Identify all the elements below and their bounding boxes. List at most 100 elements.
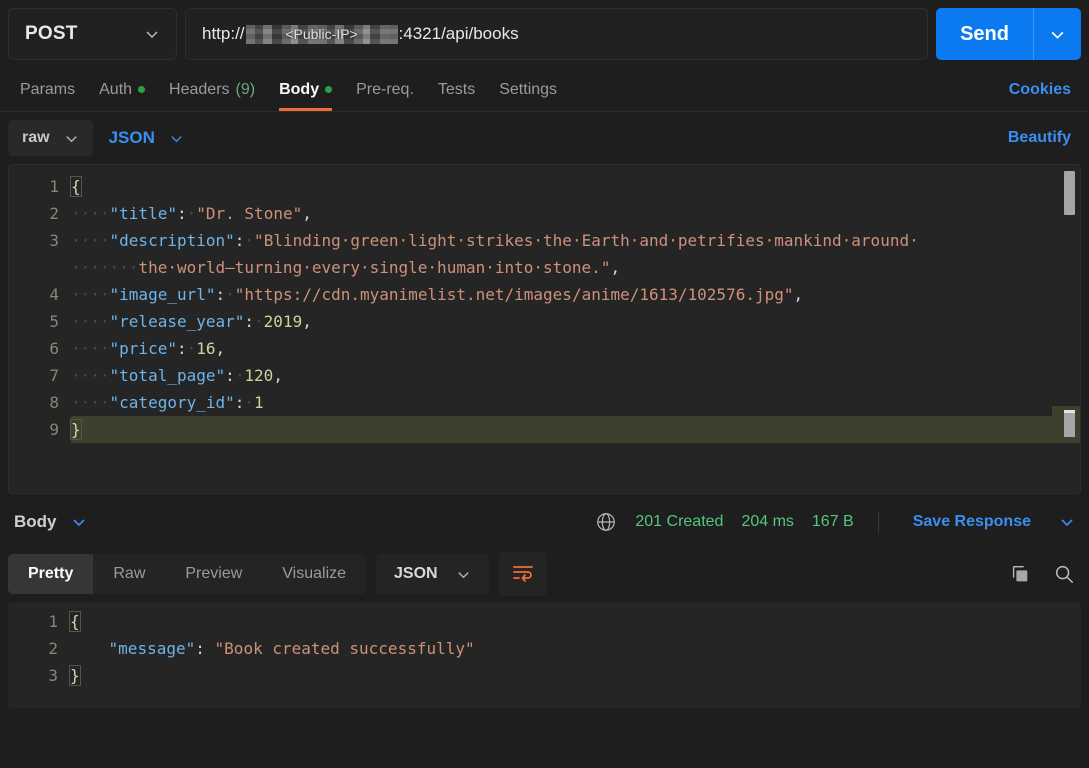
tab-label: Tests: [437, 80, 476, 98]
code-line: {: [69, 611, 81, 632]
response-tab-bar: Pretty Raw Preview Visualize JSON: [0, 546, 1089, 602]
json-key-message: message: [118, 639, 186, 658]
response-body-selector[interactable]: Body: [14, 512, 87, 532]
code-line: "message": "Book created successfully": [108, 639, 475, 658]
line-number-wrap: .: [9, 254, 59, 281]
tab-pretty[interactable]: Pretty: [8, 554, 94, 594]
chevron-down-icon: [1049, 26, 1066, 43]
line-number: 1: [49, 177, 59, 196]
code-line-wrapped: ·······the·world—turning·every·single·hu…: [71, 258, 621, 277]
json-value-description-part2: the·world—turning·every·single·human·int…: [138, 258, 601, 277]
tab-label: Auth: [99, 80, 133, 98]
json-value-title: Dr. Stone: [205, 204, 293, 223]
http-method-selector[interactable]: POST: [8, 8, 177, 60]
tab-params[interactable]: Params: [8, 68, 87, 111]
response-body-label: Body: [14, 512, 57, 531]
line-number: 3: [49, 231, 59, 250]
chevron-down-icon[interactable]: [1059, 514, 1075, 530]
line-number: 3: [48, 666, 58, 685]
response-code-area: 1 2 3 { "message": "Book created success…: [8, 602, 1081, 689]
json-value-release-year: 2019: [263, 312, 303, 331]
chevron-down-icon: [169, 131, 184, 146]
line-number: 2: [49, 204, 59, 223]
request-line-gutter: 1 2 3 . 4 5 6 7 8 9: [9, 173, 71, 443]
tab-settings[interactable]: Settings: [487, 68, 569, 111]
send-options-button[interactable]: [1033, 8, 1081, 60]
search-icon[interactable]: [1047, 557, 1081, 591]
tab-raw[interactable]: Raw: [93, 554, 165, 594]
editor-vertical-scrollbar[interactable]: [1064, 169, 1075, 487]
json-value-message: Book created successfully: [224, 639, 465, 658]
tab-label: Headers: [169, 80, 230, 98]
redacted-ip-label: <Public-IP>: [285, 26, 358, 42]
response-time: 204 ms: [741, 513, 794, 530]
cookies-link[interactable]: Cookies: [999, 81, 1081, 99]
code-line: }: [69, 665, 81, 686]
line-number: 5: [49, 312, 59, 331]
response-body-viewer[interactable]: 1 2 3 { "message": "Book created success…: [8, 602, 1081, 708]
tab-label: Params: [20, 80, 76, 98]
json-value-total-page: 120: [244, 366, 274, 385]
request-tab-bar: Params Auth Headers (9) Body Pre-req. Te…: [0, 68, 1089, 112]
code-line: ····"title":·"Dr. Stone",: [71, 204, 312, 223]
line-number: 1: [48, 612, 58, 631]
tab-label: Settings: [499, 80, 558, 98]
json-value-image-url: https://cdn.myanimelist.net/images/anime…: [244, 285, 784, 304]
line-number: 4: [49, 285, 59, 304]
body-language-selector[interactable]: JSON: [93, 128, 200, 148]
status-dot-icon: [138, 86, 146, 93]
code-line: ····"release_year":·2019,: [71, 312, 312, 331]
send-button-group[interactable]: Send: [936, 8, 1081, 60]
request-body-editor[interactable]: 1 2 3 . 4 5 6 7 8 9 { ····"title":·"Dr. …: [8, 164, 1081, 494]
response-view-segmented-control: Pretty Raw Preview Visualize: [8, 554, 367, 594]
response-code-lines: { "message": "Book created successfully"…: [69, 608, 1081, 689]
beautify-button[interactable]: Beautify: [998, 129, 1081, 147]
tab-label: Pre-req.: [356, 80, 414, 98]
code-line: ····"price":·16,: [71, 339, 226, 358]
json-value-price: 16: [196, 339, 216, 358]
tab-label: Body: [279, 80, 320, 98]
response-meta-group: 201 Created 204 ms 167 B Save Response: [595, 511, 1075, 533]
tab-visualize[interactable]: Visualize: [262, 554, 366, 594]
tab-body[interactable]: Body: [267, 68, 344, 111]
scrollbar-cursor-marker: [1064, 410, 1075, 437]
request-url-input[interactable]: http:// <Public-IP>:4321/api/books: [185, 8, 929, 60]
url-prefix: http://: [202, 24, 245, 43]
code-line: {: [70, 176, 82, 197]
json-value-description-part1: Blinding·green·light·strikes·the·Earth·a…: [263, 231, 919, 250]
word-wrap-toggle[interactable]: [498, 552, 547, 596]
line-number: 6: [49, 339, 59, 358]
code-line-active: }: [70, 416, 1080, 443]
scrollbar-thumb[interactable]: [1064, 171, 1075, 215]
send-button[interactable]: Send: [936, 8, 1033, 60]
response-status-bar: Body 201 Created 204 ms 167 B Save Respo…: [0, 498, 1089, 546]
line-number: 2: [48, 639, 58, 658]
response-size: 167 B: [811, 513, 854, 530]
globe-icon: [595, 511, 617, 533]
word-wrap-icon: [511, 562, 535, 587]
code-line: ····"description":·"Blinding·green·light…: [71, 231, 919, 250]
chevron-down-icon: [456, 567, 471, 582]
response-language-label: JSON: [394, 565, 438, 582]
response-language-selector[interactable]: JSON: [376, 554, 489, 594]
tab-auth[interactable]: Auth: [87, 68, 157, 111]
json-value-category-id: 1: [254, 393, 264, 412]
save-response-button[interactable]: Save Response: [903, 513, 1041, 531]
chevron-down-icon: [64, 131, 79, 146]
body-mode-selector[interactable]: raw: [8, 120, 93, 156]
code-line: ····"image_url":·"https://cdn.myanimelis…: [71, 285, 804, 304]
tab-pre-request[interactable]: Pre-req.: [344, 68, 426, 111]
tab-tests[interactable]: Tests: [426, 68, 487, 111]
tab-headers[interactable]: Headers (9): [157, 68, 267, 111]
body-type-row: raw JSON Beautify: [0, 112, 1089, 164]
line-number: 7: [49, 366, 59, 385]
copy-icon[interactable]: [1003, 557, 1037, 591]
http-method-label: POST: [25, 23, 78, 44]
vertical-divider: [877, 511, 879, 533]
response-line-gutter: 1 2 3: [8, 608, 70, 689]
response-status-code: 201 Created: [635, 513, 724, 530]
code-line: ····"total_page":·120,: [71, 366, 283, 385]
body-mode-label: raw: [22, 129, 50, 146]
tab-preview[interactable]: Preview: [165, 554, 262, 594]
request-url-text: http:// <Public-IP>:4321/api/books: [202, 24, 519, 44]
